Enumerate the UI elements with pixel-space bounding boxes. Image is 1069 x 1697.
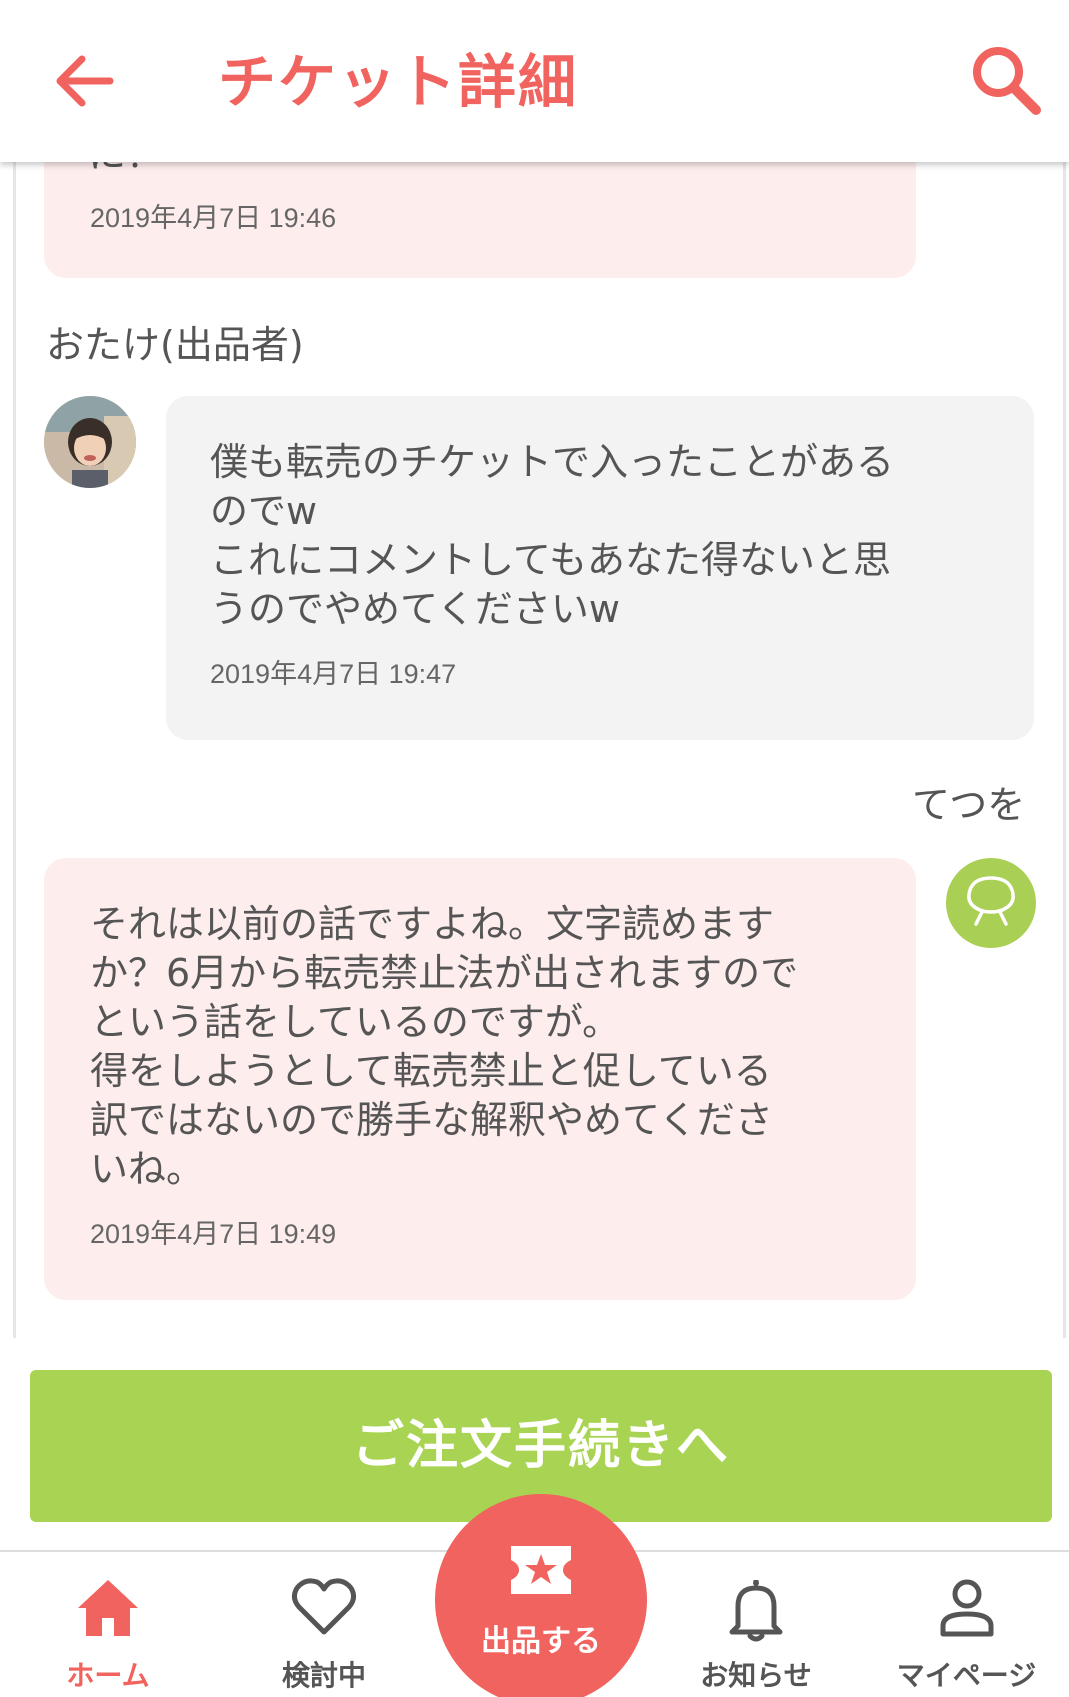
buyer-avatar[interactable]	[946, 858, 1036, 948]
nav-label-home: ホーム	[66, 1659, 150, 1692]
thread-left-border	[13, 162, 16, 1338]
nav-item-home[interactable]: ホーム	[0, 1552, 216, 1697]
heart-icon	[291, 1578, 357, 1635]
seller-avatar[interactable]	[44, 396, 136, 488]
message-timestamp: 2019年4月7日 19:49	[90, 1219, 337, 1249]
bell-icon	[729, 1580, 783, 1642]
sell-ticket-button[interactable]: 出品する	[435, 1494, 647, 1697]
sender-name-seller: おたけ(出品者)	[46, 323, 304, 367]
nav-item-mypage[interactable]: マイページ	[864, 1552, 1069, 1697]
back-arrow-icon	[56, 55, 114, 107]
message-text: それは以前の話ですよね。文字読めます か？6月から転売禁止法が出されますので と…	[90, 902, 799, 1191]
person-icon	[940, 1579, 993, 1637]
page-title: チケット詳細	[218, 48, 579, 116]
thread-right-border	[1063, 162, 1066, 1338]
message-timestamp: 2019年4月7日 19:46	[90, 203, 337, 233]
message-timestamp: 2019年4月7日 19:47	[210, 659, 457, 689]
user-photo	[44, 396, 136, 488]
message-text: に？	[88, 162, 164, 179]
message-bubble-seller: 僕も転売のチケットで入ったことがある のでw これにコメントしてもあなた得ないと…	[166, 396, 1034, 740]
message-text: 僕も転売のチケットで入ったことがある のでw これにコメントしてもあなた得ないと…	[210, 440, 895, 631]
search-icon	[973, 47, 1041, 115]
message-bubble-previous: に？ 2019年4月7日 19:46	[44, 162, 916, 278]
nav-label-favorites: 検討中	[281, 1659, 366, 1692]
app-header: チケット詳細	[0, 0, 1069, 162]
ticket-star-icon	[511, 1546, 571, 1594]
sender-name-buyer: てつを	[912, 783, 1026, 827]
comment-thread[interactable]: に？ 2019年4月7日 19:46 おたけ(出品者) 僕も転売のチケットで入っ…	[0, 162, 1069, 1338]
nav-label-notifications: お知らせ	[700, 1659, 812, 1692]
message-bubble-buyer: それは以前の話ですよね。文字読めます か？6月から転売禁止法が出されますので と…	[44, 858, 916, 1300]
back-button[interactable]	[50, 45, 122, 117]
nav-label-sell: 出品する	[481, 1624, 601, 1659]
search-button[interactable]	[966, 40, 1044, 118]
nav-item-notifications[interactable]: お知らせ	[648, 1552, 864, 1697]
nav-label-mypage: マイページ	[896, 1659, 1037, 1692]
home-icon	[78, 1580, 138, 1636]
default-user-icon	[967, 876, 1015, 926]
nav-item-favorites[interactable]: 検討中	[216, 1552, 432, 1697]
